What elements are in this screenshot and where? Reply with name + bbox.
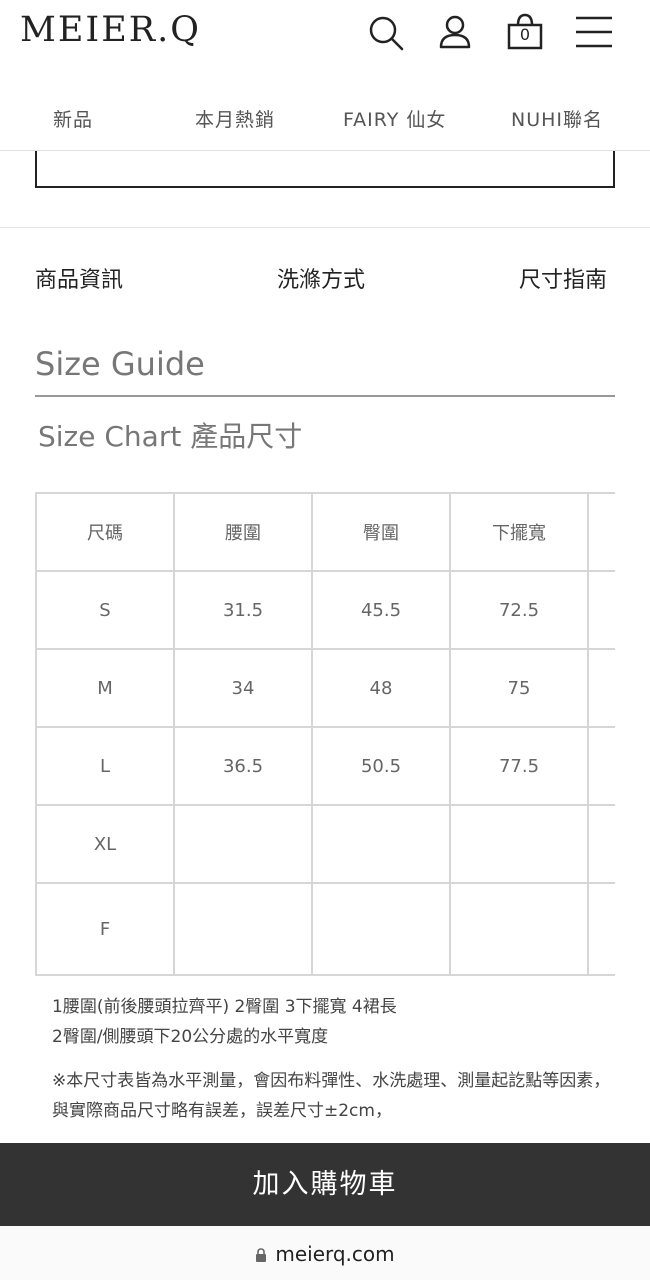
- section-divider: [0, 227, 650, 228]
- category-nav: 新品 本月熱銷 FAIRY 仙女 NUHI聯名: [0, 85, 650, 151]
- table-cell: M: [35, 648, 175, 728]
- table-header-cell: [587, 492, 615, 572]
- size-notes: 1腰圍(前後腰頭拉齊平) 2臀圍 3下擺寬 4裙長 2臀圍/側腰頭下20公分處的…: [52, 992, 612, 1126]
- table-cell: [587, 726, 615, 806]
- note-line: 2臀圍/側腰頭下20公分處的水平寬度: [52, 1027, 329, 1047]
- note-line: ※本尺寸表皆為水平測量，會因布料彈性、水洗處理、測量起訖點等因素，: [52, 1071, 611, 1091]
- table-cell: [311, 882, 451, 976]
- table-row: M 34 48 75: [35, 648, 615, 728]
- size-chart-title: Size Chart 產品尺寸: [38, 420, 303, 453]
- table-cell: [173, 804, 313, 884]
- url-text: meierq.com: [275, 1242, 395, 1266]
- table-cell: 36.5: [173, 726, 313, 806]
- size-table: 尺碼 腰圍 臀圍 下擺寬 S 31.5 45.5 72.5 M 34 48 75…: [35, 492, 615, 976]
- table-row: L 36.5 50.5 77.5: [35, 726, 615, 806]
- table-cell: [587, 648, 615, 728]
- table-cell: L: [35, 726, 175, 806]
- table-header-row: 尺碼 腰圍 臀圍 下擺寬: [35, 492, 615, 572]
- site-header: MEIER.Q 0: [0, 0, 650, 70]
- table-header-cell: 腰圍: [173, 492, 313, 572]
- search-icon[interactable]: [365, 12, 405, 52]
- user-icon[interactable]: [435, 12, 475, 52]
- table-row: XL: [35, 804, 615, 884]
- table-cell: [449, 882, 589, 976]
- size-guide-divider: [35, 395, 615, 397]
- table-cell: [311, 804, 451, 884]
- table-cell: 50.5: [311, 726, 451, 806]
- table-cell: F: [35, 882, 175, 976]
- bag-icon[interactable]: 0: [505, 12, 545, 52]
- nav-item-new[interactable]: 新品: [53, 105, 93, 132]
- table-cell: 31.5: [173, 570, 313, 650]
- table-cell: [587, 882, 615, 976]
- nav-item-bestseller[interactable]: 本月熱銷: [195, 105, 275, 132]
- table-row: S 31.5 45.5 72.5: [35, 570, 615, 650]
- table-cell: [173, 882, 313, 976]
- table-cell: 72.5: [449, 570, 589, 650]
- table-cell: 34: [173, 648, 313, 728]
- browser-url-bar[interactable]: meierq.com: [0, 1226, 650, 1280]
- table-header-cell: 尺碼: [35, 492, 175, 572]
- table-cell: 48: [311, 648, 451, 728]
- tab-washing[interactable]: 洗滌方式: [277, 262, 365, 294]
- tab-size-guide[interactable]: 尺寸指南: [519, 262, 607, 294]
- add-to-cart-button[interactable]: 加入購物車: [0, 1143, 650, 1226]
- table-cell: S: [35, 570, 175, 650]
- tab-product-info[interactable]: 商品資訊: [35, 262, 123, 294]
- menu-icon[interactable]: [574, 12, 614, 52]
- lock-icon: [255, 1243, 267, 1262]
- table-cell: 45.5: [311, 570, 451, 650]
- note-line: 1腰圍(前後腰頭拉齊平) 2臀圍 3下擺寬 4裙長: [52, 997, 397, 1017]
- table-header-cell: 下擺寬: [449, 492, 589, 572]
- table-cell: [587, 804, 615, 884]
- table-header-cell: 臀圍: [311, 492, 451, 572]
- table-cell: [587, 570, 615, 650]
- table-cell: 75: [449, 648, 589, 728]
- cart-count-badge: 0: [519, 25, 531, 44]
- table-cell: [449, 804, 589, 884]
- nav-item-fairy[interactable]: FAIRY 仙女: [343, 105, 446, 132]
- brand-logo[interactable]: MEIER.Q: [20, 10, 201, 50]
- table-cell: 77.5: [449, 726, 589, 806]
- table-row: F: [35, 882, 615, 976]
- nav-item-nuhi[interactable]: NUHI聯名: [511, 105, 603, 132]
- table-cell: XL: [35, 804, 175, 884]
- size-table-scroll[interactable]: 尺碼 腰圍 臀圍 下擺寬 S 31.5 45.5 72.5 M 34 48 75…: [35, 492, 615, 976]
- note-line: 與實際商品尺寸略有誤差，誤差尺寸±2cm，: [52, 1101, 392, 1121]
- size-guide-title: Size Guide: [35, 345, 205, 383]
